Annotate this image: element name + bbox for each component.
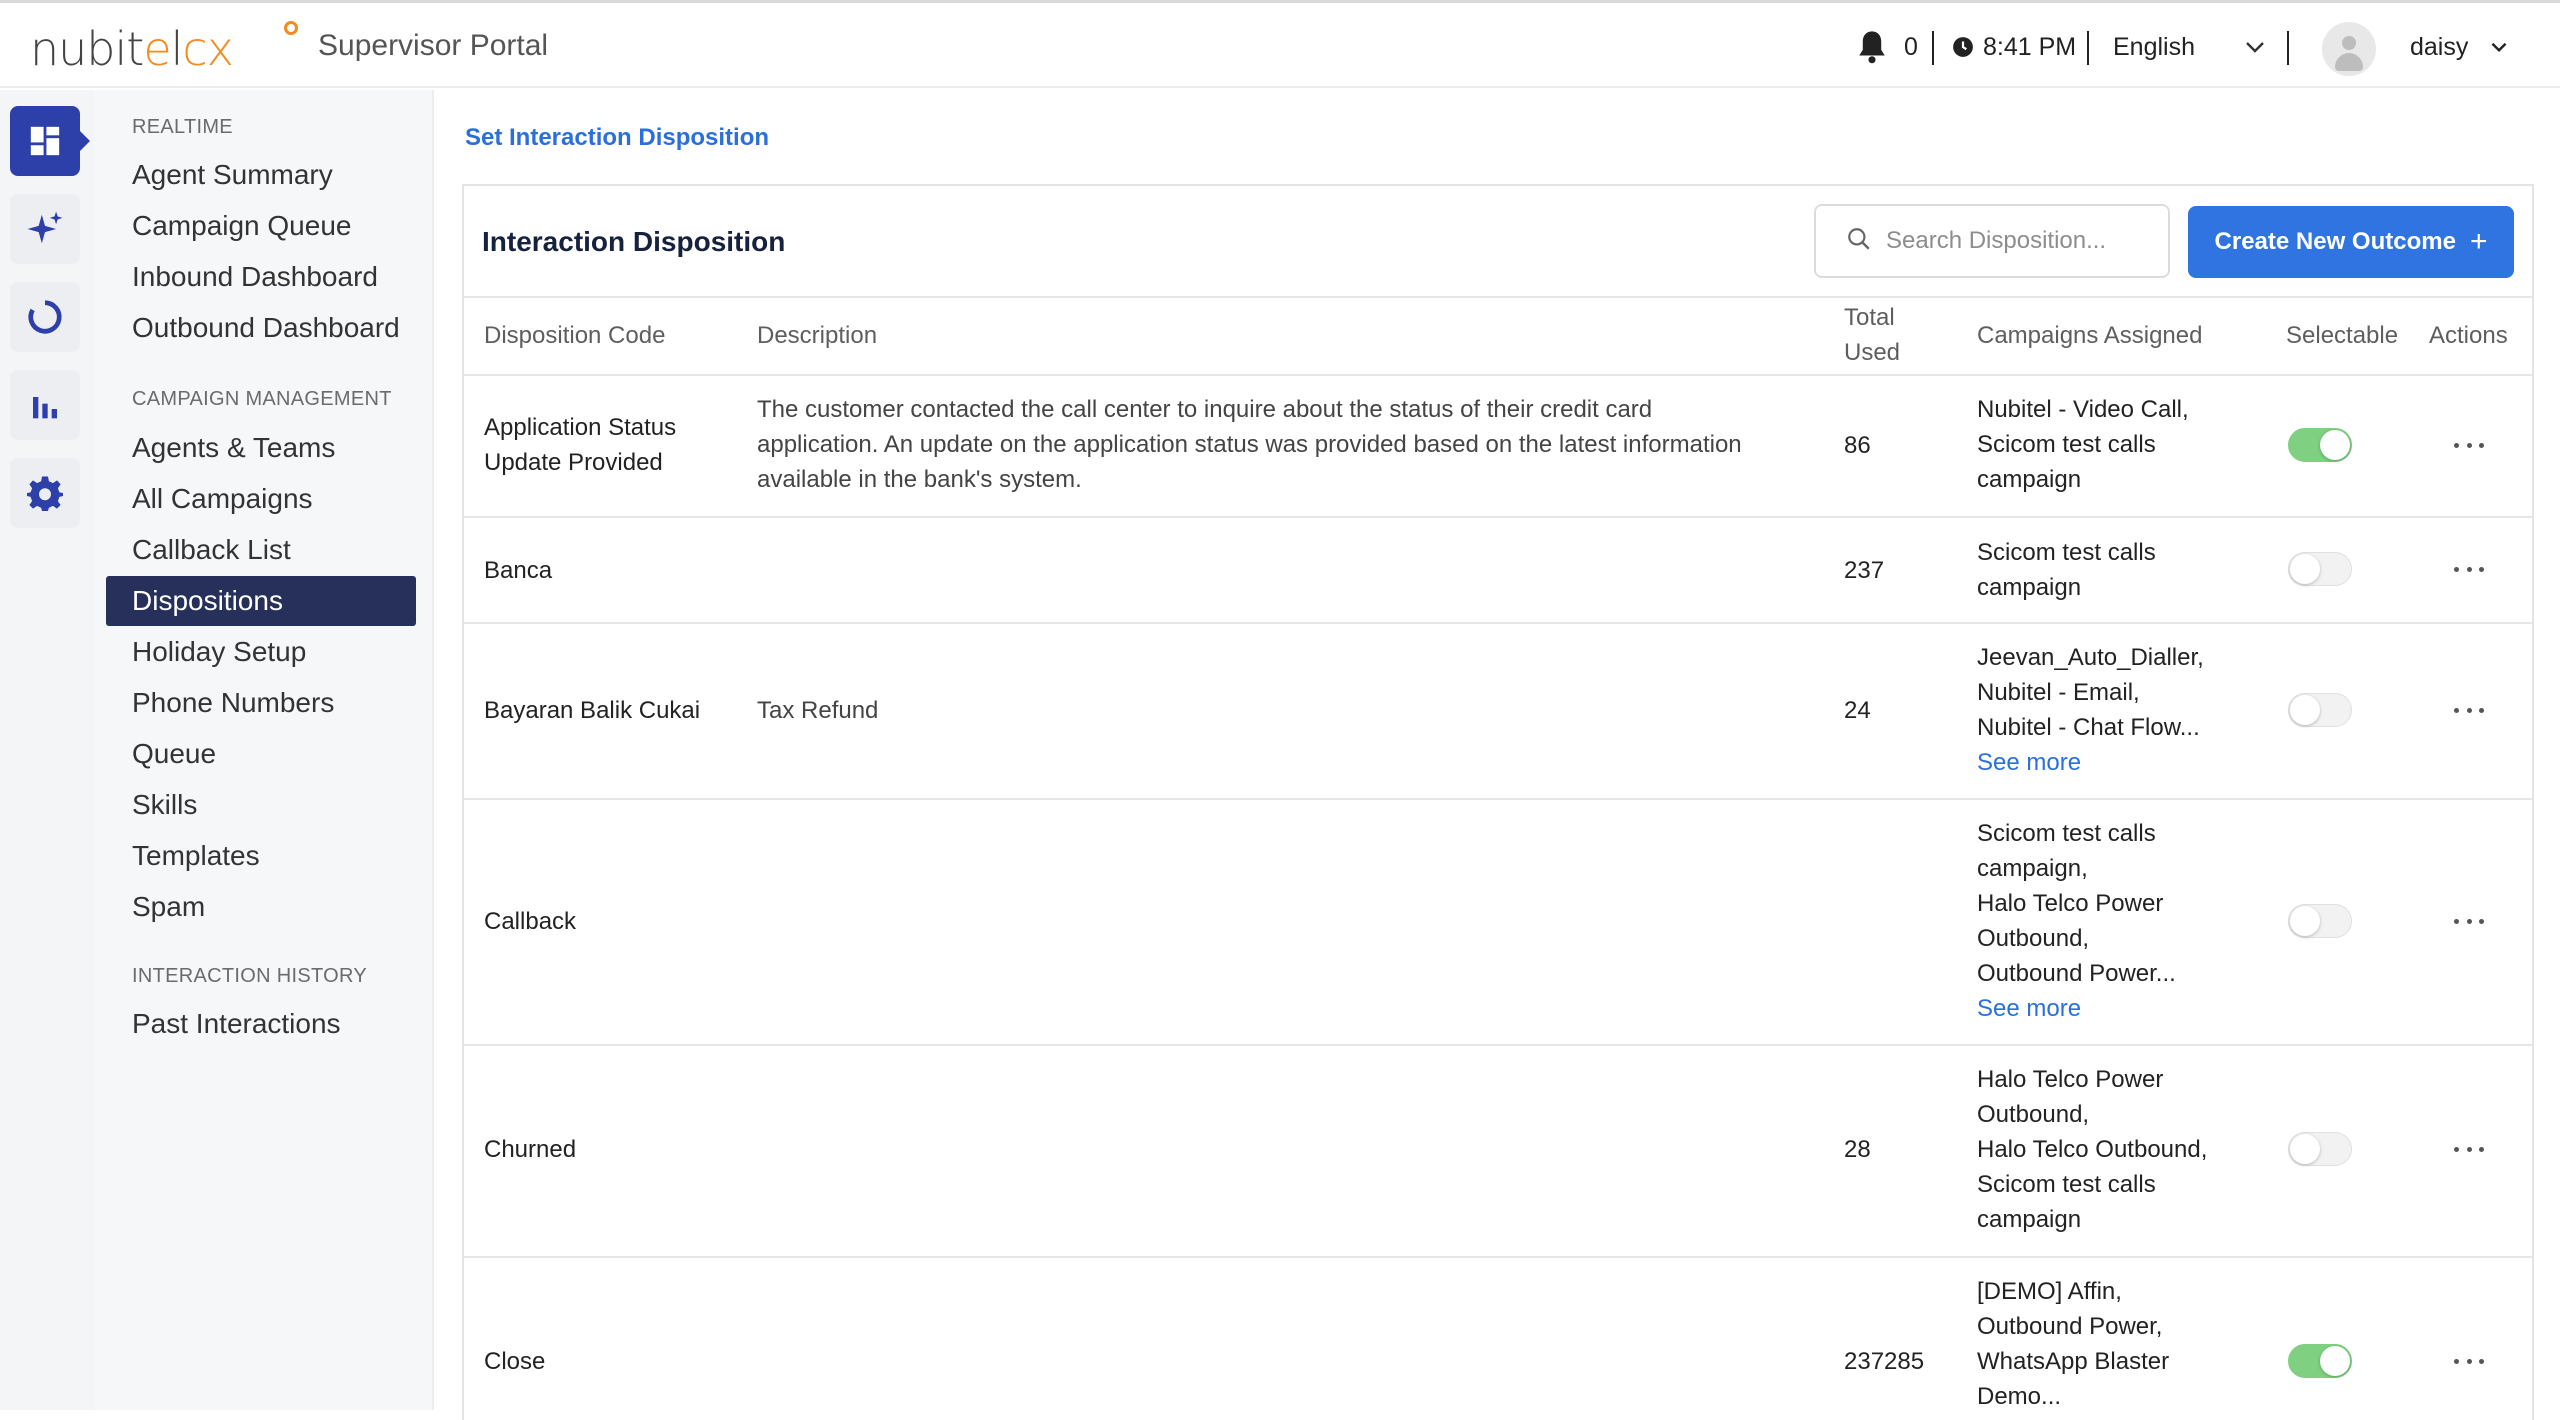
more-actions-icon[interactable] <box>2454 440 2484 450</box>
disposition-code: Bayaran Balik Cukai <box>484 697 701 724</box>
table-row[interactable]: Close 237285 [DEMO] Affin, Outbound Power… <box>464 1258 2532 1420</box>
top-header: nubitelcx Supervisor Portal 0 8:41 PM En… <box>0 0 2560 88</box>
selectable-toggle[interactable] <box>2288 552 2352 586</box>
table-header: Disposition Code Description Total Used … <box>464 296 2532 376</box>
current-time: 8:41 PM <box>1983 32 2077 61</box>
header-divider <box>1932 31 1934 65</box>
column-header-total-used[interactable]: Total Used <box>1844 300 1900 370</box>
plus-icon: + <box>2469 225 2488 258</box>
total-used: 237285 <box>1844 1348 1925 1375</box>
section-heading-realtime: REALTIME <box>132 116 233 138</box>
column-header-description[interactable]: Description <box>757 318 877 353</box>
campaigns-assigned: Scicom test calls campaign, Halo Telco Pow… <box>1977 816 2237 1026</box>
sidebar-item-queue[interactable]: Queue <box>106 729 416 779</box>
campaigns-assigned: [DEMO] Affin, Outbound Power, WhatsApp Bla… <box>1977 1278 2170 1410</box>
gear-icon[interactable] <box>10 458 80 528</box>
sidebar-item-agents-teams[interactable]: Agents & Teams <box>106 423 416 473</box>
more-actions-icon[interactable] <box>2454 1356 2484 1366</box>
chevron-down-icon[interactable] <box>2244 3 2266 91</box>
more-actions-icon[interactable] <box>2454 564 2484 574</box>
card-title: Interaction Disposition <box>482 226 786 257</box>
sidebar-item-agent-summary[interactable]: Agent Summary <box>106 150 416 200</box>
sidebar-item-callback-list[interactable]: Callback List <box>106 525 416 575</box>
sidebar-item-outbound-dashboard[interactable]: Outbound Dashboard <box>106 303 416 353</box>
campaigns-assigned: Scicom test calls campaign <box>1977 539 2156 601</box>
total-used: 28 <box>1844 1136 1871 1163</box>
total-used: 237 <box>1844 557 1885 584</box>
sidebar-item-templates[interactable]: Templates <box>106 831 416 881</box>
sidebar-item-past-interactions[interactable]: Past Interactions <box>106 999 416 1049</box>
column-header-campaigns-assigned[interactable]: Campaigns Assigned <box>1977 318 2202 353</box>
selectable-toggle[interactable] <box>2288 904 2352 938</box>
more-actions-icon[interactable] <box>2454 1144 2484 1154</box>
table-row[interactable]: Bayaran Balik Cukai Tax Refund 24 Jeevan… <box>464 624 2532 800</box>
table-row[interactable]: Callback Scicom test calls campaign, Halo … <box>464 800 2532 1046</box>
icon-rail <box>0 90 94 1410</box>
column-header-actions: Actions <box>2429 322 2508 349</box>
selectable-toggle[interactable] <box>2288 428 2352 462</box>
loading-circle-icon[interactable] <box>10 282 80 352</box>
disposition-card: Interaction Disposition Search Dispositi… <box>462 184 2534 1420</box>
nubitel-cx-logo[interactable]: nubitelcx <box>30 19 298 79</box>
search-icon <box>1846 226 1872 257</box>
disposition-code: Application Status Update Provided <box>484 414 677 476</box>
language-select[interactable]: English <box>2113 3 2195 91</box>
selectable-toggle[interactable] <box>2288 1132 2352 1166</box>
selectable-toggle[interactable] <box>2288 1344 2352 1378</box>
sidebar-item-campaign-queue[interactable]: Campaign Queue <box>106 201 416 251</box>
sidebar-item-dispositions[interactable]: Dispositions <box>106 576 416 626</box>
sidebar-item-skills[interactable]: Skills <box>106 780 416 830</box>
username[interactable]: daisy <box>2410 3 2468 91</box>
table-row[interactable]: Banca 237 Scicom test calls campaign <box>464 518 2532 624</box>
table-row[interactable]: Application Status Update Provided The cu… <box>464 376 2532 518</box>
column-header-selectable[interactable]: Selectable <box>2286 318 2398 353</box>
total-used: 86 <box>1844 432 1871 459</box>
more-actions-icon[interactable] <box>2454 916 2484 926</box>
total-used: 24 <box>1844 697 1871 724</box>
see-more-link[interactable]: See more <box>1977 991 2237 1026</box>
section-heading-interaction-history: INTERACTION HISTORY <box>132 965 367 987</box>
disposition-description: The customer contacted the call center t… <box>757 396 1742 493</box>
column-header-disposition-code[interactable]: Disposition Code <box>484 318 665 353</box>
portal-title: Supervisor Portal <box>318 29 549 62</box>
selectable-toggle[interactable] <box>2288 693 2352 727</box>
dashboard-icon[interactable] <box>10 106 90 176</box>
chevron-down-icon[interactable] <box>2490 3 2508 91</box>
sidebar-item-phone-numbers[interactable]: Phone Numbers <box>106 678 416 728</box>
bar-chart-icon[interactable] <box>10 370 80 440</box>
disposition-code: Banca <box>484 557 553 584</box>
logo-dot-icon <box>284 21 298 35</box>
campaigns-assigned: Jeevan_Auto_Dialler, Nubitel - Email, Nubi… <box>1977 640 2237 780</box>
search-input[interactable]: Search Disposition... <box>1814 204 2170 278</box>
search-placeholder: Search Disposition... <box>1886 227 2107 254</box>
clock-icon <box>1952 3 1974 91</box>
create-new-outcome-button[interactable]: Create New Outcome + <box>2188 206 2514 278</box>
notification-bell-icon[interactable] <box>1855 3 1889 91</box>
user-avatar[interactable] <box>2322 22 2376 76</box>
campaigns-assigned: Halo Telco Power Outbound, Halo Telco Outb… <box>1977 1066 2208 1233</box>
header-divider <box>2087 31 2089 65</box>
see-more-link[interactable]: See more <box>1977 745 2237 780</box>
section-heading-campaign-management: CAMPAIGN MANAGEMENT <box>132 388 392 410</box>
disposition-description: Tax Refund <box>757 697 879 724</box>
more-actions-icon[interactable] <box>2454 705 2484 715</box>
sidebar-item-all-campaigns[interactable]: All Campaigns <box>106 474 416 524</box>
breadcrumb[interactable]: Set Interaction Disposition <box>465 124 769 152</box>
sidebar-item-spam[interactable]: Spam <box>106 882 416 932</box>
disposition-code: Callback <box>484 908 577 935</box>
disposition-code: Churned <box>484 1136 577 1163</box>
sidebar-nav: REALTIME Agent Summary Campaign Queue In… <box>94 90 434 1410</box>
table-row[interactable]: Churned 28 Halo Telco Power Outbound, Halo… <box>464 1046 2532 1258</box>
disposition-code: Close <box>484 1348 546 1375</box>
notification-count: 0 <box>1904 32 1918 61</box>
sidebar-item-inbound-dashboard[interactable]: Inbound Dashboard <box>106 252 416 302</box>
header-divider <box>2287 31 2289 65</box>
sidebar-item-holiday-setup[interactable]: Holiday Setup <box>106 627 416 677</box>
sparkle-icon[interactable] <box>10 194 80 264</box>
campaigns-assigned: Nubitel - Video Call, Scicom test calls ca… <box>1977 396 2189 493</box>
